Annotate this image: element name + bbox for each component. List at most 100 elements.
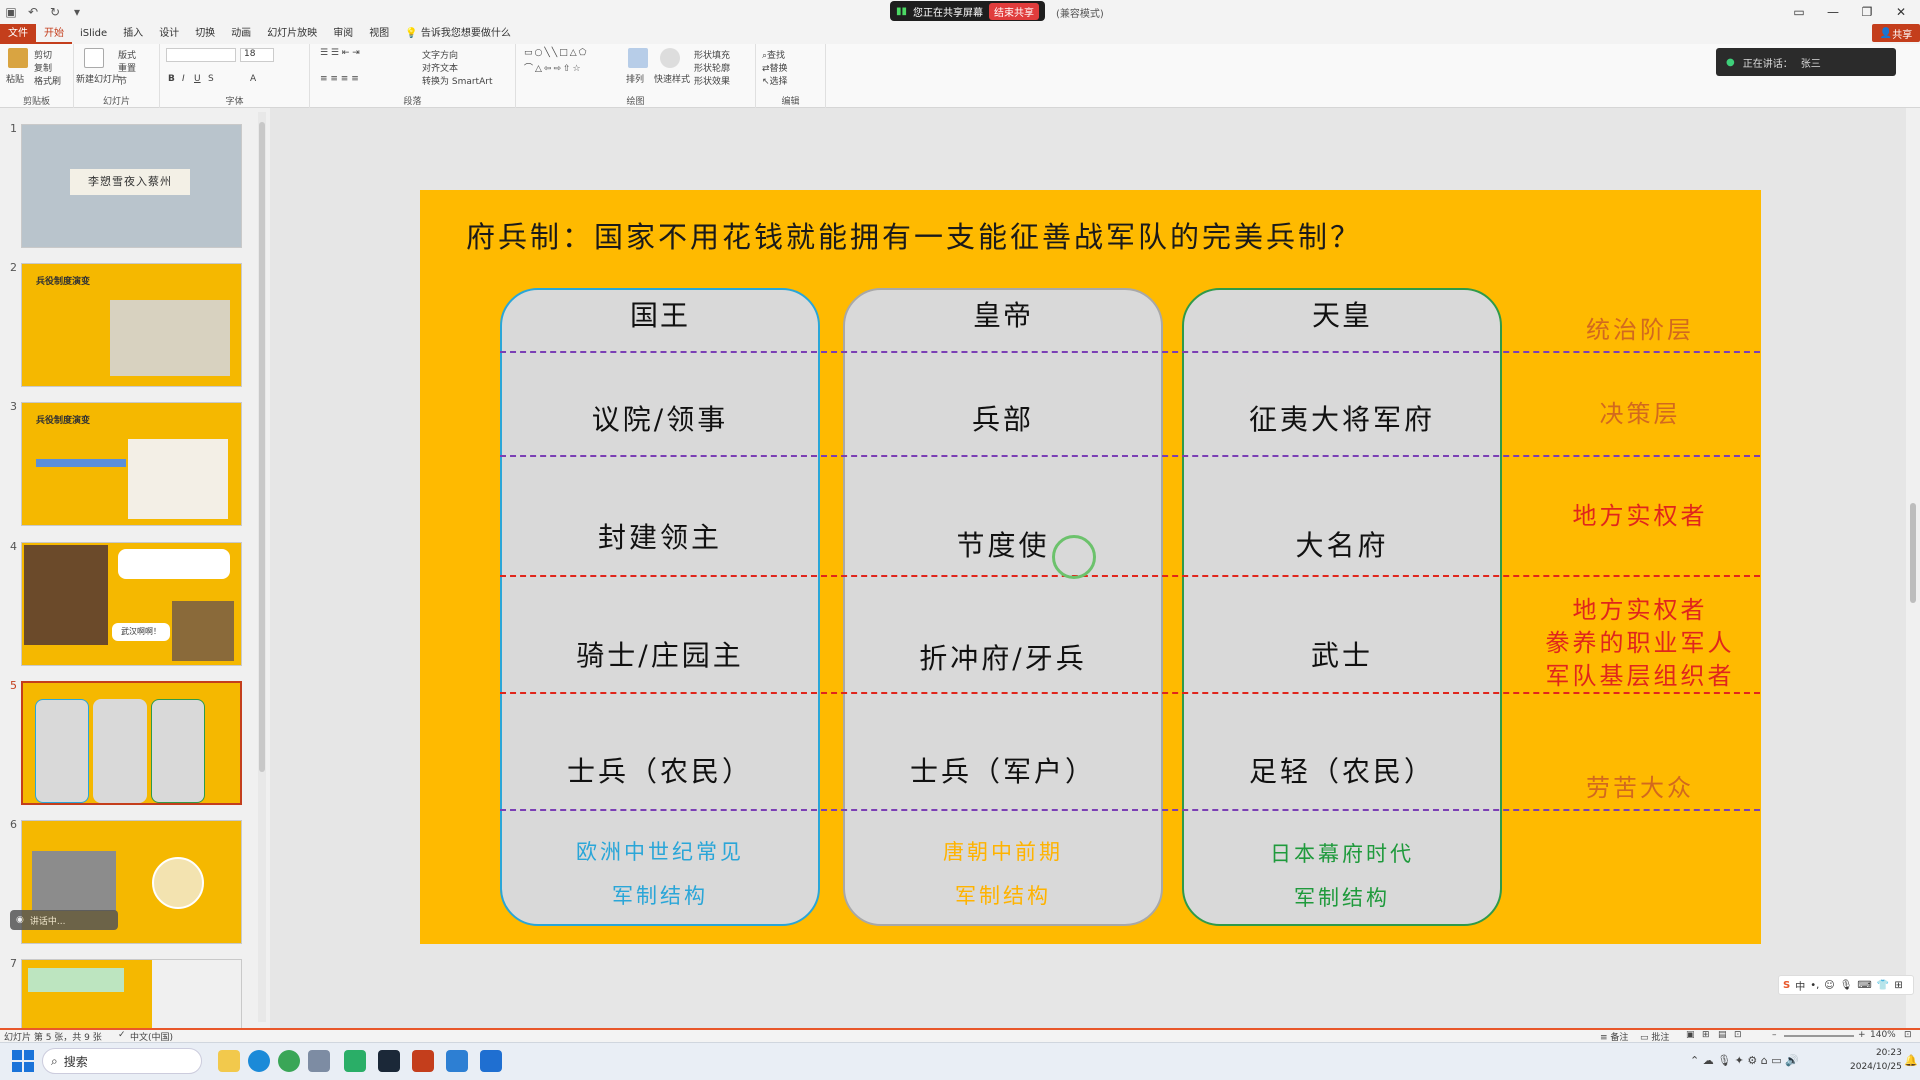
section-button[interactable]: 节 bbox=[118, 74, 127, 87]
floating-voice-widget[interactable]: ◉ 讲话中... bbox=[10, 910, 118, 930]
mic-icon[interactable]: 🎙 bbox=[1840, 980, 1853, 991]
powerpoint-icon[interactable] bbox=[412, 1050, 434, 1072]
edge-icon[interactable] bbox=[248, 1050, 270, 1072]
normal-view-icon[interactable]: ▣ bbox=[1686, 1030, 1695, 1040]
zoom-in-icon[interactable]: + bbox=[1858, 1030, 1866, 1040]
remote-app-icon[interactable] bbox=[480, 1050, 502, 1072]
layout-button[interactable]: 版式 bbox=[118, 48, 136, 61]
format-painter-button[interactable]: 格式刷 bbox=[34, 74, 61, 87]
tab-slideshow[interactable]: 幻灯片放映 bbox=[259, 24, 325, 44]
tab-animations[interactable]: 动画 bbox=[223, 24, 259, 44]
bullets-icon[interactable]: ☰ ☰ ⇤ ⇥ bbox=[320, 48, 360, 58]
tab-home[interactable]: 开始 bbox=[36, 24, 72, 44]
slide-sorter-icon[interactable]: ⊞ bbox=[1702, 1030, 1710, 1040]
underline-button[interactable]: U bbox=[194, 74, 201, 84]
quick-styles-icon[interactable] bbox=[660, 48, 680, 68]
quick-styles-button[interactable]: 快速样式 bbox=[654, 72, 690, 85]
redo-icon[interactable]: ↻ bbox=[44, 1, 66, 23]
reading-view-icon[interactable]: ▤ bbox=[1718, 1030, 1727, 1040]
bold-button[interactable]: B bbox=[168, 74, 175, 84]
paste-button[interactable]: 粘贴 bbox=[6, 72, 24, 85]
windows-start-icon[interactable] bbox=[12, 1050, 34, 1072]
cut-button[interactable]: 剪切 bbox=[34, 48, 52, 61]
shapes-gallery[interactable]: ▭○╲╲□△⬠ bbox=[524, 48, 588, 58]
replace-button[interactable]: ⇄替换 bbox=[762, 61, 788, 74]
ime-mode[interactable]: 中 bbox=[1795, 978, 1805, 993]
copy-button[interactable]: 复制 bbox=[34, 61, 52, 74]
column-pill-europe[interactable] bbox=[500, 288, 820, 926]
ribbon-display-icon[interactable]: ▭ bbox=[1782, 0, 1816, 24]
slide-title[interactable]: 府兵制：国家不用花钱就能拥有一支能征善战军队的完美兵制？ bbox=[466, 214, 1362, 256]
slide-thumbnail-5[interactable] bbox=[21, 681, 242, 805]
tell-me-box[interactable]: 💡 告诉我您想要做什么 bbox=[397, 24, 519, 44]
align-text-button[interactable]: 对齐文本 bbox=[422, 61, 458, 74]
slide-thumbnail-1[interactable]: 李愬雪夜入蔡州 bbox=[21, 124, 242, 248]
italic-button[interactable]: I bbox=[182, 74, 185, 84]
taskbar-clock[interactable]: 20:23 2024/10/25 bbox=[1850, 1046, 1902, 1074]
select-button[interactable]: ↖选择 bbox=[762, 74, 788, 87]
arrange-icon[interactable] bbox=[628, 48, 648, 68]
zoom-out-icon[interactable]: – bbox=[1772, 1030, 1777, 1040]
share-button[interactable]: 👤 共享 bbox=[1872, 24, 1920, 42]
scroll-thumb[interactable] bbox=[1910, 503, 1916, 603]
toolbox-icon[interactable]: ⊞ bbox=[1894, 980, 1902, 991]
tab-design[interactable]: 设计 bbox=[151, 24, 187, 44]
punctuation-icon[interactable]: •, bbox=[1810, 980, 1819, 991]
font-family-select[interactable] bbox=[166, 48, 236, 62]
taskbar-search[interactable]: ⌕ 搜索 bbox=[42, 1048, 202, 1074]
customize-qat-icon[interactable]: ▾ bbox=[66, 1, 88, 23]
align-icons[interactable]: ≡ ≡ ≡ ≡ bbox=[320, 74, 359, 84]
wechat-icon[interactable] bbox=[344, 1050, 366, 1072]
tray-icons[interactable]: ⌃ ☁ 🎙 ✦ ⚙ ⌂ ▭ 🔊 bbox=[1690, 1054, 1799, 1067]
slide-thumbnail-4[interactable]: 武汉啊啊！ bbox=[21, 542, 242, 666]
thumbnail-scrollbar[interactable] bbox=[258, 112, 266, 1022]
tab-insert[interactable]: 插入 bbox=[115, 24, 151, 44]
tab-file[interactable]: 文件 bbox=[0, 24, 36, 44]
skin-icon[interactable]: 👕 bbox=[1877, 980, 1889, 991]
tab-view[interactable]: 视图 bbox=[361, 24, 397, 44]
zoom-slider[interactable] bbox=[1784, 1035, 1854, 1037]
maximize-icon[interactable]: ❐ bbox=[1850, 0, 1884, 24]
slideshow-icon[interactable]: ⊡ bbox=[1734, 1030, 1742, 1040]
tab-transitions[interactable]: 切换 bbox=[187, 24, 223, 44]
browser-icon[interactable] bbox=[278, 1050, 300, 1072]
keyboard-icon[interactable]: ⌨ bbox=[1857, 980, 1871, 991]
slide-scrollbar[interactable] bbox=[1906, 108, 1920, 1028]
spellcheck-icon[interactable]: ✓ bbox=[118, 1030, 126, 1040]
fit-slide-icon[interactable]: ⊡ bbox=[1904, 1030, 1912, 1040]
scroll-thumb[interactable] bbox=[259, 122, 265, 772]
slide-thumbnail-2[interactable]: 兵役制度演变 bbox=[21, 263, 242, 387]
app-icon[interactable] bbox=[308, 1050, 330, 1072]
text-direction-button[interactable]: 文字方向 bbox=[422, 48, 458, 61]
stop-share-button[interactable]: 结束共享 bbox=[989, 2, 1040, 20]
shapes-gallery-row2[interactable]: ⌒△⇦⇨⇧☆ bbox=[524, 61, 583, 74]
arrange-button[interactable]: 排列 bbox=[626, 72, 644, 85]
reset-button[interactable]: 重置 bbox=[118, 61, 136, 74]
notification-icon[interactable]: 🔔 bbox=[1904, 1054, 1918, 1067]
column-pill-tang[interactable] bbox=[843, 288, 1163, 926]
column-pill-japan[interactable] bbox=[1182, 288, 1502, 926]
new-slide-icon[interactable] bbox=[84, 48, 104, 68]
close-icon[interactable]: ✕ bbox=[1884, 0, 1918, 24]
new-slide-button[interactable]: 新建幻灯片 bbox=[76, 72, 121, 85]
meeting-app-icon[interactable] bbox=[446, 1050, 468, 1072]
slide-thumbnail-3[interactable]: 兵役制度演变 bbox=[21, 402, 242, 526]
file-explorer-icon[interactable] bbox=[218, 1050, 240, 1072]
save-icon[interactable]: ▣ bbox=[0, 1, 22, 23]
tab-review[interactable]: 审阅 bbox=[325, 24, 361, 44]
smartart-button[interactable]: 转换为 SmartArt bbox=[422, 74, 492, 87]
ime-toolbar[interactable]: S 中 •, ☺ 🎙 ⌨ 👕 ⊞ bbox=[1778, 975, 1914, 995]
undo-icon[interactable]: ↶ bbox=[22, 1, 44, 23]
minimize-icon[interactable]: — bbox=[1816, 0, 1850, 24]
shape-fill-button[interactable]: 形状填充 bbox=[694, 48, 730, 61]
emoji-icon[interactable]: ☺ bbox=[1824, 980, 1834, 991]
slide-thumbnail-7[interactable] bbox=[21, 959, 242, 1029]
tab-islide[interactable]: iSlide bbox=[72, 24, 115, 44]
paste-icon[interactable] bbox=[8, 48, 28, 68]
shadow-button[interactable]: S bbox=[208, 74, 214, 84]
shape-effects-button[interactable]: 形状效果 bbox=[694, 74, 730, 87]
find-button[interactable]: ⌕查找 bbox=[762, 48, 785, 61]
zoom-level[interactable]: 140% bbox=[1870, 1030, 1896, 1040]
shape-outline-button[interactable]: 形状轮廓 bbox=[694, 61, 730, 74]
font-color-button[interactable]: A bbox=[250, 74, 256, 84]
